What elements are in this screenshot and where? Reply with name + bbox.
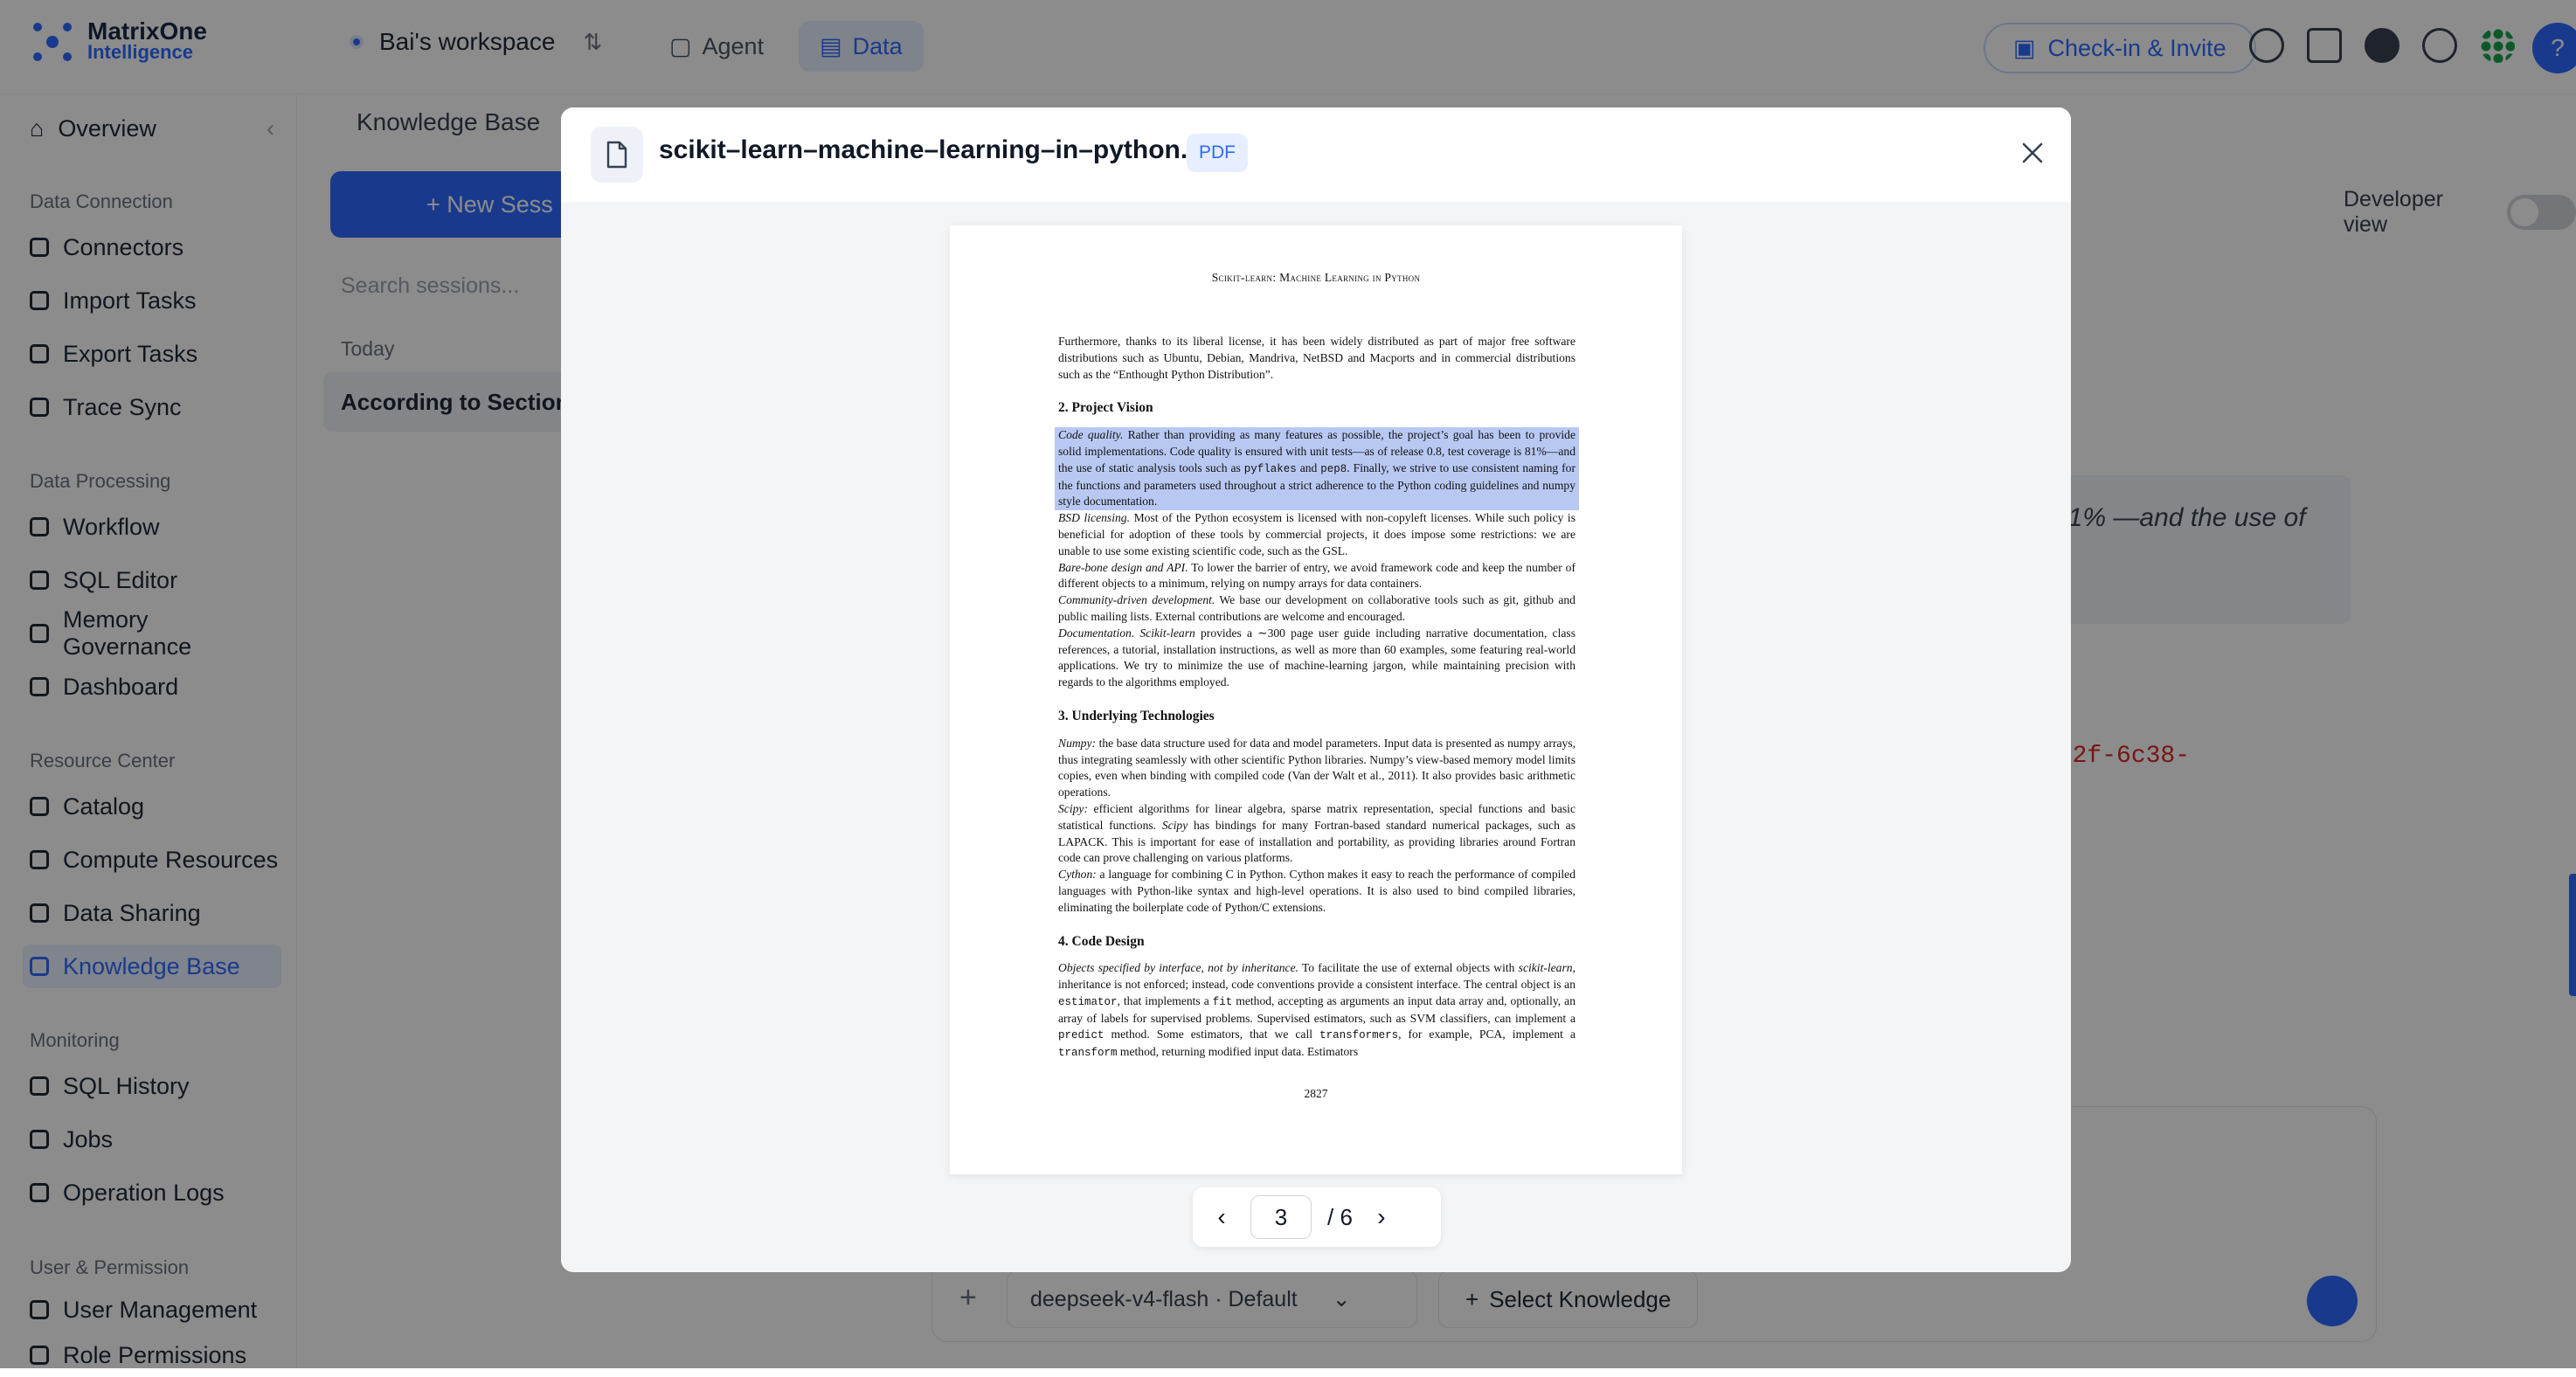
next-page-button[interactable]: › (1368, 1203, 1395, 1231)
highlighted-citation[interactable]: Code quality. Rather than providing as m… (1055, 427, 1579, 511)
pdf-paragraph: Numpy: the base data structure used for … (1058, 736, 1575, 799)
pdf-page: Scikit-learn: Machine Learning in Python… (950, 225, 1682, 1174)
pdf-paragraph: BSD licensing. Most of the Python ecosys… (1058, 511, 1575, 557)
pdf-running-head: Scikit-learn: Machine Learning in Python (1211, 271, 1421, 284)
pdf-page-number: 2827 (1304, 1087, 1328, 1100)
page-navigator: ‹ / 6 › (1193, 1187, 1441, 1247)
close-icon (2022, 142, 2043, 163)
pdf-paragraph: Furthermore, thanks to its liberal licen… (1058, 335, 1575, 381)
pdf-paragraph: Documentation. Scikit-learn provides a ∼… (1058, 626, 1575, 689)
pdf-section-heading: 4. Code Design (1058, 933, 1145, 949)
pdf-body: Furthermore, thanks to its liberal licen… (1055, 334, 1579, 1062)
file-icon (591, 127, 643, 183)
file-name: scikit–learn–machine–learning–in–python.… (659, 135, 1229, 164)
total-pages: / 6 (1327, 1203, 1353, 1230)
pdf-paragraph: Scipy: efficient algorithms for linear a… (1058, 801, 1575, 865)
file-type-badge: PDF (1187, 134, 1248, 172)
pdf-paragraph: Cython: a language for combining C in Py… (1058, 868, 1575, 914)
pdf-section-heading: 3. Underlying Technologies (1058, 708, 1215, 723)
prev-page-button[interactable]: ‹ (1208, 1203, 1235, 1231)
pdf-preview-modal: scikit–learn–machine–learning–in–python.… (561, 107, 2071, 1272)
pdf-paragraph: Bare-bone design and API. To lower the b… (1058, 560, 1575, 591)
pdf-paragraph: Objects specified by interface, not by i… (1058, 961, 1576, 1060)
page-number-input[interactable] (1250, 1195, 1312, 1239)
pdf-paragraph: Community-driven development. We base ou… (1058, 593, 1575, 623)
pdf-section-heading: 2. Project Vision (1058, 400, 1153, 416)
modal-header: scikit–learn–machine–learning–in–python.… (561, 107, 2071, 202)
close-button[interactable] (2015, 135, 2050, 170)
